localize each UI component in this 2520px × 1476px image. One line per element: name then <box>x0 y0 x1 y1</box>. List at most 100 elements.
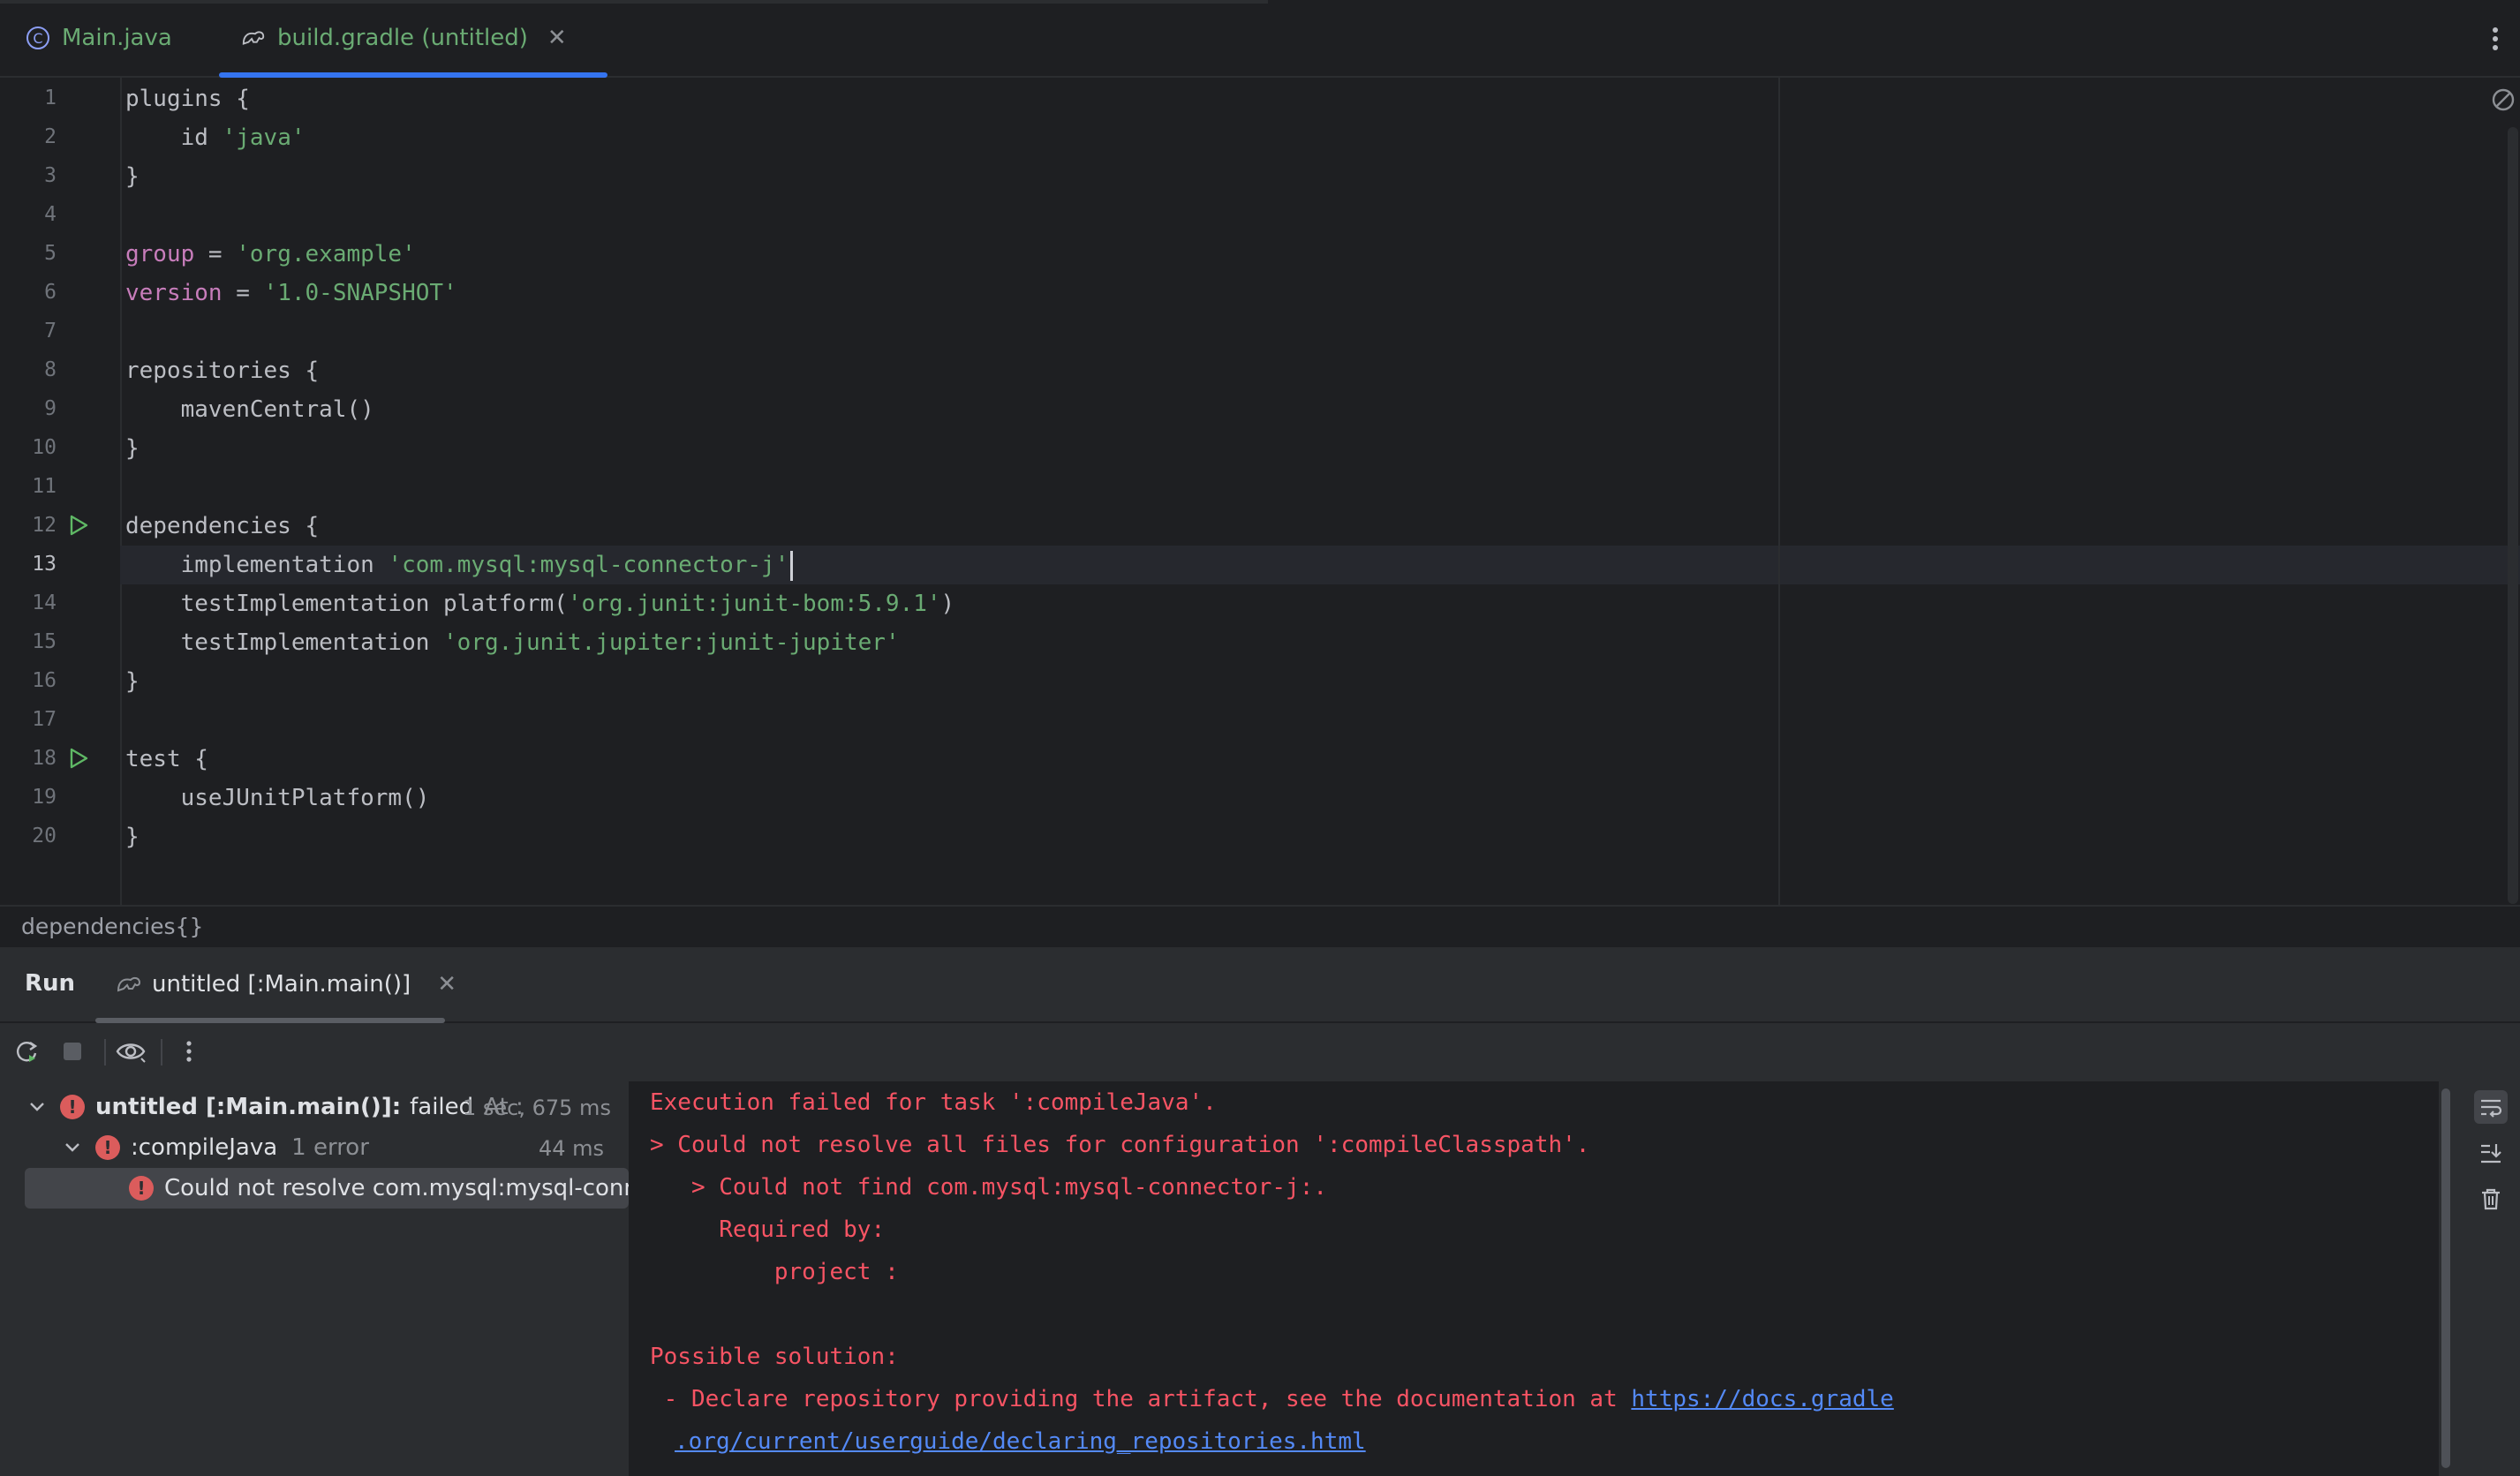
breadcrumb-bar: dependencies{} <box>0 905 2520 949</box>
console-line-text: Possible solution: <box>650 1344 899 1370</box>
no-problems-icon[interactable] <box>2490 87 2516 113</box>
scroll-to-end-icon[interactable] <box>2474 1136 2508 1170</box>
close-icon[interactable]: ✕ <box>437 971 456 998</box>
svg-text:C: C <box>33 30 42 47</box>
docs-link[interactable]: .org/current/userguide/declaring_reposit… <box>675 1428 1366 1455</box>
code-line-text: id 'java' <box>125 124 306 151</box>
code-line[interactable]: testImplementation 'org.junit.jupiter:ju… <box>125 623 900 662</box>
line-number: 16 <box>32 669 57 692</box>
java-class-icon: C <box>25 25 51 51</box>
task-detail: 1 error <box>291 1134 369 1161</box>
line-number: 20 <box>32 825 57 847</box>
code-line[interactable]: dependencies { <box>125 507 319 546</box>
run-icon[interactable] <box>67 747 90 770</box>
console-line: .org/current/userguide/declaring_reposit… <box>650 1422 1366 1461</box>
code-area[interactable]: plugins { id 'java'} group = 'org.example… <box>120 78 2520 905</box>
more-options-icon[interactable] <box>2486 21 2504 56</box>
breadcrumb[interactable]: dependencies{} <box>21 914 203 939</box>
code-line-text: testImplementation 'org.junit.jupiter:ju… <box>125 629 900 656</box>
line-number: 14 <box>32 591 57 614</box>
line-number-gutter: 1 2 3 4 5 6 7 8 9 10 11 12 13 14 15 16 17 18 19 20 <box>0 78 122 905</box>
line-number: 7 <box>44 320 57 343</box>
soft-wrap-icon[interactable] <box>2474 1090 2508 1124</box>
line-number: 9 <box>44 397 57 420</box>
code-line[interactable]: group = 'org.example' <box>125 235 416 274</box>
toolbar-separator <box>104 1039 106 1066</box>
line-number: 1 <box>44 87 57 109</box>
code-line-text: implementation 'com.mysql:mysql-connecto… <box>125 552 789 578</box>
error-icon: ! <box>95 1135 120 1160</box>
gradle-elephant-icon <box>240 25 267 51</box>
code-line[interactable]: implementation 'com.mysql:mysql-connecto… <box>120 546 2520 584</box>
editor-scrollbar[interactable] <box>2508 127 2518 904</box>
console-line: Execution failed for task ':compileJava'… <box>650 1083 1217 1122</box>
tab-label: Main.java <box>62 25 172 51</box>
console-line-text: Execution failed for task ':compileJava'… <box>650 1089 1217 1116</box>
console-line-text: - Declare repository providing the artif… <box>650 1386 1632 1412</box>
code-line[interactable]: } <box>125 157 140 196</box>
tab-run-configuration[interactable]: untitled [:Main.main()] ✕ <box>95 947 456 1023</box>
console-line-text: > Could not find com.mysql:mysql-connect… <box>650 1174 1328 1201</box>
editor-tab-bar: C Main.java build.gradle (untitled) ✕ <box>0 0 2520 78</box>
console-output[interactable]: Execution failed for task ':compileJava'… <box>629 1081 2439 1476</box>
code-line[interactable]: testImplementation platform('org.junit:j… <box>125 584 955 623</box>
code-line[interactable]: id 'java' <box>125 118 306 157</box>
line-number: 5 <box>44 242 57 265</box>
console-line-text: > Could not resolve all files for config… <box>650 1132 1590 1158</box>
error-icon: ! <box>60 1095 85 1119</box>
text-caret <box>790 550 794 581</box>
console-line: Required by: <box>650 1210 885 1249</box>
gradle-elephant-icon <box>115 971 143 998</box>
code-line[interactable]: version = '1.0-SNAPSHOT' <box>125 274 457 313</box>
code-line[interactable]: mavenCentral() <box>125 390 374 429</box>
code-line-text: group = 'org.example' <box>125 241 416 267</box>
line-number: 15 <box>32 630 57 653</box>
console-line: project : <box>650 1253 899 1292</box>
tab-build-gradle[interactable]: build.gradle (untitled) ✕ <box>219 0 607 78</box>
code-line[interactable]: test { <box>125 740 208 779</box>
close-icon[interactable]: ✕ <box>547 25 567 51</box>
line-number: 3 <box>44 164 57 187</box>
code-line-text: } <box>125 668 140 695</box>
error-icon: ! <box>129 1176 154 1201</box>
tab-main-java[interactable]: C Main.java <box>25 0 172 76</box>
trash-icon[interactable] <box>2474 1182 2508 1216</box>
tree-node-compilejava[interactable]: ! :compileJava 1 error <box>62 1127 369 1168</box>
code-line[interactable]: } <box>125 817 140 856</box>
line-number: 11 <box>32 475 57 498</box>
code-line-text: test { <box>125 746 208 772</box>
more-options-icon[interactable] <box>173 1035 205 1067</box>
code-line-text: dependencies { <box>125 513 320 539</box>
run-tab-label: untitled [:Main.main()] <box>152 971 411 998</box>
right-margin-guide <box>1778 78 1780 905</box>
tree-node-error[interactable]: ! Could not resolve com.mysql:mysql-conn… <box>25 1168 629 1209</box>
code-line[interactable]: useJUnitPlatform() <box>125 779 430 817</box>
docs-link[interactable]: https://docs.gradle <box>1631 1386 1893 1412</box>
tree-node-root[interactable]: ! untitled [:Main.main()]: failed At : <box>26 1087 524 1127</box>
run-icon[interactable] <box>67 514 90 537</box>
code-editor[interactable]: 1 2 3 4 5 6 7 8 9 10 11 12 13 14 15 16 17 18 19 20 plugins … <box>0 78 2520 905</box>
console-line-text: project : <box>650 1259 899 1285</box>
code-line-text: testImplementation platform('org.junit:j… <box>125 591 955 617</box>
code-line[interactable]: } <box>125 662 140 701</box>
code-line[interactable]: } <box>125 429 140 468</box>
code-line-text: repositories { <box>125 358 320 384</box>
rerun-icon[interactable] <box>11 1035 42 1067</box>
console-line: > Could not resolve all files for config… <box>650 1126 1589 1164</box>
chevron-down-icon[interactable] <box>26 1096 48 1118</box>
chevron-down-icon[interactable] <box>62 1137 83 1158</box>
console-scrollbar[interactable] <box>2439 1081 2453 1476</box>
code-line-text: } <box>125 824 140 850</box>
root-duration: 1 sec, 675 ms <box>463 1096 611 1120</box>
stop-icon[interactable] <box>57 1035 88 1067</box>
code-line[interactable]: repositories { <box>125 351 319 390</box>
code-line-text: } <box>125 435 140 462</box>
code-line-text: version = '1.0-SNAPSHOT' <box>125 280 457 306</box>
line-number: 17 <box>32 708 57 731</box>
code-line[interactable]: plugins { <box>125 79 250 118</box>
eye-icon[interactable] <box>115 1035 147 1067</box>
build-tree[interactable]: ! untitled [:Main.main()]: failed At : 1… <box>0 1081 629 1476</box>
line-number: 2 <box>44 125 57 148</box>
run-title: Run <box>25 970 76 997</box>
run-toolbar <box>0 1023 2520 1080</box>
